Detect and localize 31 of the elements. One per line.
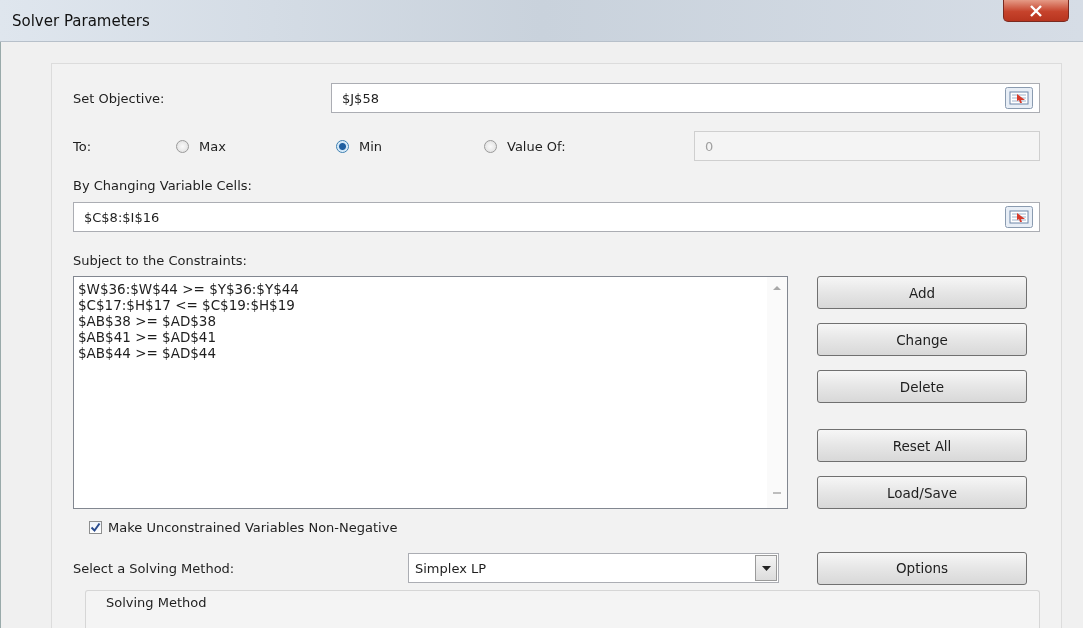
options-button[interactable]: Options bbox=[817, 551, 1027, 585]
dialog-button[interactable]: Add bbox=[817, 276, 1027, 309]
constraint-item[interactable]: $AB$38 >= $AD$38 bbox=[78, 313, 217, 329]
dialog-button[interactable]: Reset All bbox=[817, 429, 1027, 462]
method-label: Select a Solving Method: bbox=[73, 560, 236, 576]
changing-cells-field[interactable]: $C$8:$I$16 bbox=[73, 202, 1040, 232]
radio-option[interactable]: Max bbox=[176, 138, 336, 154]
dialog-button[interactable]: Change bbox=[817, 323, 1027, 356]
range-select-icon[interactable] bbox=[1005, 206, 1033, 228]
constraint-item[interactable]: $C$17:$H$17 <= $C$19:$H$19 bbox=[78, 297, 295, 313]
constraint-item[interactable]: $AB$41 >= $AD$41 bbox=[78, 329, 217, 345]
changing-cells-label: By Changing Variable Cells: bbox=[73, 178, 253, 193]
checkbox-label: Make Unconstrained Variables Non-Negative bbox=[108, 519, 398, 535]
close-button[interactable] bbox=[1003, 0, 1069, 22]
constraint-item[interactable]: $W$36:$W$44 >= $Y$36:$Y$44 bbox=[78, 281, 299, 297]
constraints-label: Subject to the Constraints: bbox=[73, 253, 248, 268]
dialog-button[interactable]: Load/Save bbox=[817, 476, 1027, 509]
range-select-icon[interactable] bbox=[1005, 87, 1033, 109]
objective-label: Set Objective: bbox=[73, 90, 166, 106]
caret-icon bbox=[761, 565, 771, 571]
to-label: To: bbox=[73, 138, 93, 154]
objective-field[interactable]: $J$58 bbox=[331, 83, 1040, 113]
dialog-button[interactable]: Delete bbox=[817, 370, 1027, 403]
group-title: Solving Method bbox=[106, 595, 207, 610]
method-dropdown[interactable]: Simplex LP bbox=[408, 553, 779, 583]
radio-option[interactable]: Min bbox=[336, 138, 484, 154]
close-icon bbox=[1029, 4, 1043, 17]
constraint-item[interactable]: $AB$44 >= $AD$44 bbox=[78, 345, 217, 361]
radio-option[interactable]: Value Of: bbox=[484, 138, 694, 154]
window-title: Solver Parameters bbox=[12, 11, 150, 30]
checkbox[interactable] bbox=[89, 520, 102, 534]
